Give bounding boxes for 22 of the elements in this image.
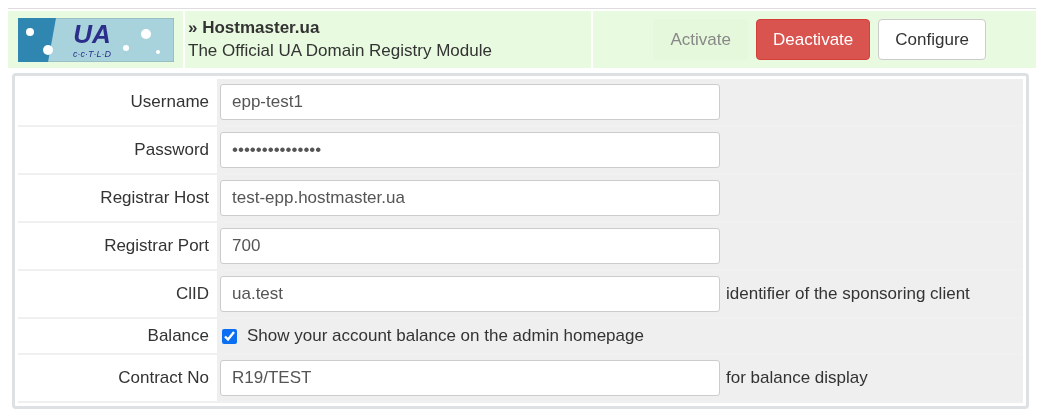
field-label: Balance [147, 325, 209, 348]
field-label: Registrar Host [100, 187, 209, 210]
configure-button[interactable]: Configure [878, 19, 986, 60]
module-title: » Hostmaster.ua [188, 16, 321, 39]
input-field[interactable]: epp-test1 [220, 84, 720, 120]
field-label: ClID [175, 283, 209, 306]
field-label: Contract No [118, 367, 209, 390]
checkbox[interactable] [222, 328, 237, 344]
input-field[interactable]: 700 [220, 228, 720, 264]
field-label: Registrar Port [104, 235, 209, 258]
field-hint: Show your account balance on the admin homepage [247, 325, 644, 348]
input-field[interactable]: ••••••••••••••• [220, 132, 720, 168]
field-hint: for balance display [726, 367, 868, 390]
input-field[interactable]: R19/TEST [220, 360, 720, 396]
logo: UA c·c·T·L·D [17, 17, 174, 62]
field-label: Username [130, 91, 209, 114]
input-field[interactable]: ua.test [220, 276, 720, 312]
field-label: Password [134, 139, 209, 162]
module-description: The Official UA Domain Registry Module [188, 39, 493, 62]
deactivate-button[interactable]: Deactivate [755, 19, 871, 60]
input-field[interactable]: test-epp.hostmaster.ua [220, 180, 720, 216]
field-hint: identifier of the sponsoring client [726, 283, 970, 306]
